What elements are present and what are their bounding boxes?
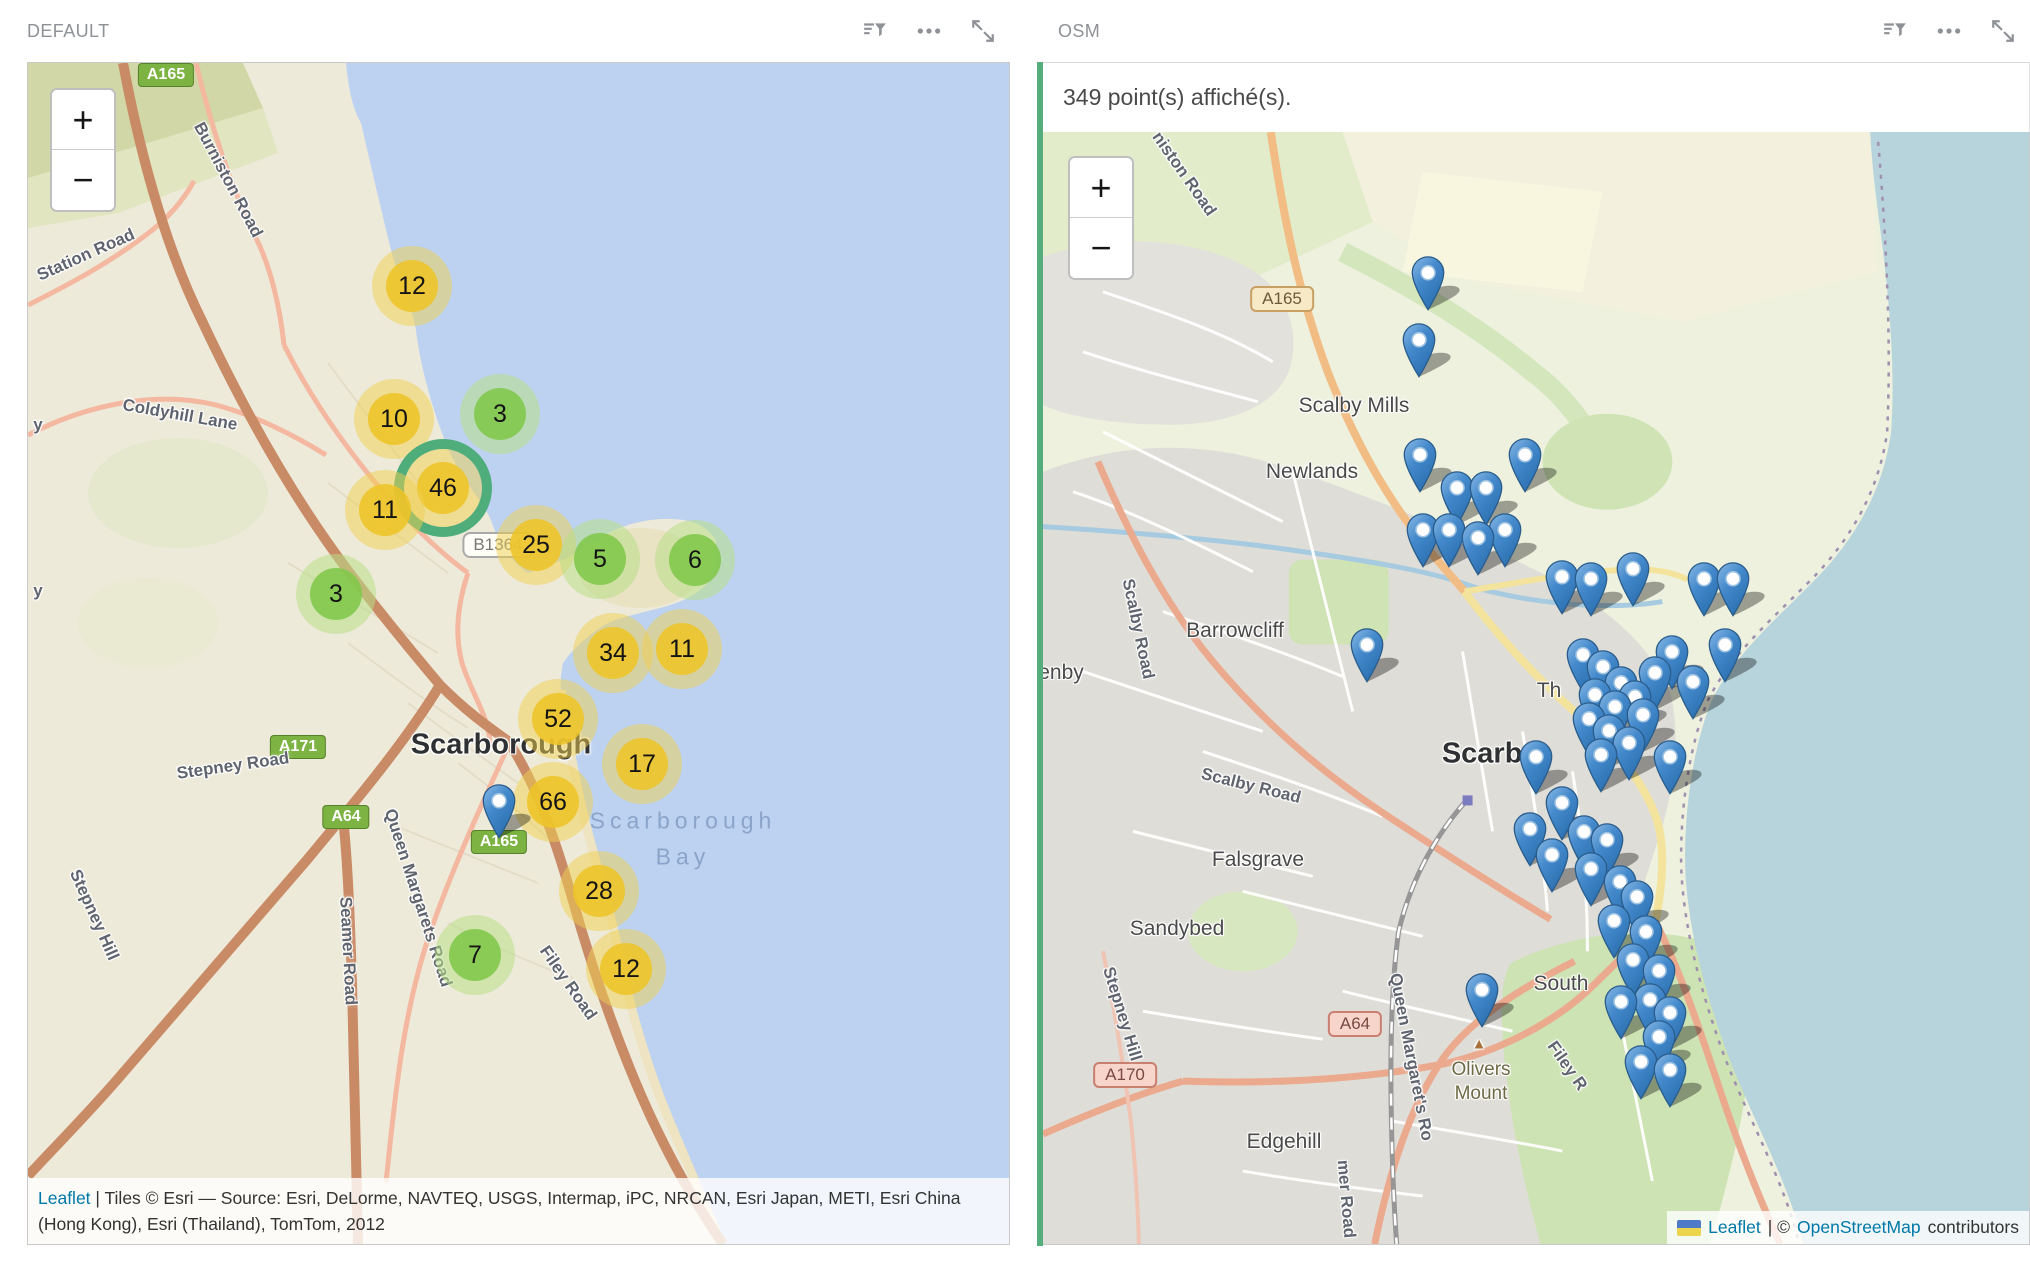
cluster-count: 10 — [368, 393, 420, 445]
expand-icon[interactable] — [970, 18, 996, 44]
ukraine-flag-icon — [1677, 1220, 1701, 1236]
panel-title: DEFAULT — [27, 21, 109, 42]
zoom-control: + − — [50, 88, 116, 212]
panel-toolbar — [1882, 0, 2016, 62]
openstreetmap-link[interactable]: OpenStreetMap — [1797, 1217, 1921, 1238]
cluster-marker[interactable]: 6 — [655, 520, 735, 600]
panel-toolbar — [862, 0, 996, 62]
cluster-marker[interactable]: 12 — [372, 246, 452, 326]
attribution-sep: | © — [1768, 1217, 1790, 1238]
cluster-marker[interactable]: 17 — [602, 724, 682, 804]
filter-icon[interactable] — [1882, 18, 1908, 44]
map-attribution: Leaflet | © OpenStreetMap contributors — [1667, 1211, 2029, 1244]
cluster-count: 11 — [359, 484, 411, 536]
road-shield: A171 — [270, 735, 326, 759]
cluster-count: 17 — [616, 738, 668, 790]
points-count-text: 349 point(s) affiché(s). — [1063, 84, 1291, 111]
leaflet-link[interactable]: Leaflet — [38, 1188, 91, 1208]
cluster-count: 34 — [587, 627, 639, 679]
cluster-count: 12 — [386, 260, 438, 312]
zoom-out-button[interactable]: − — [52, 150, 114, 210]
road-shield: A170 — [1093, 1062, 1157, 1088]
map-default[interactable]: A165B1364A171A64A165Burniston RoadStatio… — [27, 62, 1010, 1245]
panel-osm-header: OSM — [1037, 0, 2030, 62]
cluster-marker[interactable]: 28 — [559, 851, 639, 931]
cluster-marker[interactable]: 3 — [296, 554, 376, 634]
cluster-marker[interactable]: 34 — [573, 613, 653, 693]
panel-default: DEFAULT — [27, 0, 1010, 1246]
panel-default-header: DEFAULT — [27, 0, 1010, 62]
cluster-marker[interactable]: 12 — [586, 929, 666, 1009]
osm-basemap — [1043, 132, 2029, 1244]
panel-title: OSM — [1058, 21, 1100, 42]
road-shield: A165 — [1250, 286, 1314, 312]
map-attribution: Leaflet | Tiles © Esri — Source: Esri, D… — [28, 1178, 1009, 1245]
cluster-marker[interactable]: 7 — [435, 915, 515, 995]
zoom-control: + − — [1068, 156, 1134, 280]
expand-icon[interactable] — [1990, 18, 2016, 44]
cluster-count: 7 — [449, 929, 501, 981]
zoom-in-button[interactable]: + — [1070, 158, 1132, 218]
cluster-marker[interactable]: 3 — [460, 374, 540, 454]
points-count-bar: 349 point(s) affiché(s). — [1043, 62, 2030, 132]
zoom-out-button[interactable]: − — [1070, 218, 1132, 278]
more-options-icon[interactable] — [1936, 18, 1962, 44]
cluster-count: 5 — [574, 533, 626, 585]
cluster-count: 52 — [532, 693, 584, 745]
esri-basemap — [28, 63, 1009, 1244]
more-options-icon[interactable] — [916, 18, 942, 44]
cluster-count: 28 — [573, 865, 625, 917]
cluster-count: 3 — [310, 568, 362, 620]
cluster-count: 6 — [669, 534, 721, 586]
filter-icon[interactable] — [862, 18, 888, 44]
attribution-text: | Tiles © Esri — Source: Esri, DeLorme, … — [38, 1188, 961, 1234]
road-shield: A64 — [1328, 1011, 1382, 1037]
attribution-suffix: contributors — [1928, 1217, 2019, 1238]
cluster-count: 25 — [510, 519, 562, 571]
road-shield: A64 — [322, 805, 369, 829]
cluster-marker[interactable]: 11 — [642, 609, 722, 689]
zoom-in-button[interactable]: + — [52, 90, 114, 150]
cluster-marker[interactable]: 5 — [560, 519, 640, 599]
cluster-marker[interactable]: 52 — [518, 679, 598, 759]
cluster-count: 11 — [656, 623, 708, 675]
leaflet-link[interactable]: Leaflet — [1708, 1217, 1761, 1238]
map-osm[interactable]: A165A64A170niston RoadScalby MillsNewlan… — [1043, 132, 2030, 1245]
cluster-count: 3 — [474, 388, 526, 440]
panel-accent-bar — [1037, 62, 1043, 1246]
panel-osm: OSM 349 point(s) affiché(s). — [1037, 0, 2030, 1246]
cluster-marker[interactable]: 11 — [345, 470, 425, 550]
road-shield: A165 — [138, 63, 194, 87]
cluster-count: 12 — [600, 943, 652, 995]
